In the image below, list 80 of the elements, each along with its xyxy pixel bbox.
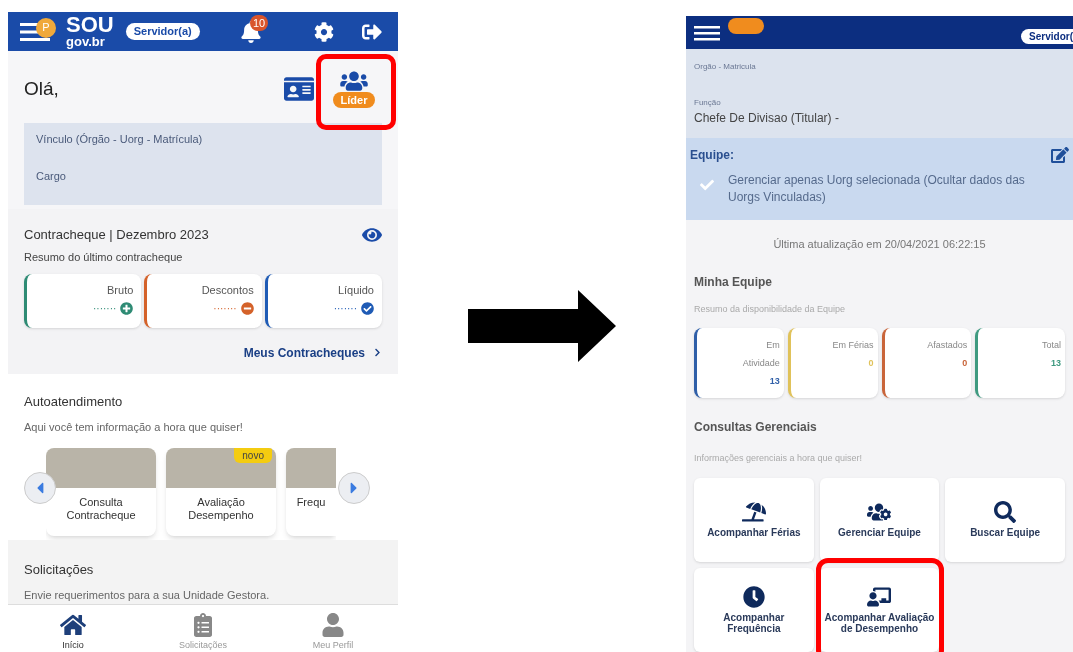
query-tile[interactable]: Buscar Equipe bbox=[945, 477, 1065, 562]
section-title: Autoatendimento bbox=[24, 392, 124, 411]
settings-icon[interactable] bbox=[314, 21, 334, 42]
check-icon bbox=[700, 178, 714, 192]
tile-label: Acompanhar Frequência bbox=[722, 611, 786, 634]
id-card-icon[interactable] bbox=[284, 74, 314, 104]
section-subtitle: Envie requerimentos para a sua Unidade Gestora. bbox=[24, 588, 271, 603]
service-label: Consulta Contracheque bbox=[65, 495, 137, 522]
query-tile[interactable]: Acompanhar Férias bbox=[694, 477, 814, 562]
query-tile[interactable]: Gerenciar Equipe bbox=[819, 477, 940, 562]
summary-label: Líquido bbox=[337, 282, 374, 298]
service-card[interactable]: novo Avaliação Desempenho bbox=[166, 447, 276, 536]
stat-label: Em Férias bbox=[831, 339, 874, 352]
tile-label: Buscar Equipe bbox=[970, 527, 1041, 538]
service-card[interactable]: Consulta Contracheque bbox=[46, 447, 156, 536]
service-label: Frequ bbox=[295, 495, 327, 509]
greeting-text: Olá, bbox=[24, 76, 59, 101]
stat-value: 0 bbox=[962, 357, 968, 370]
eye-icon[interactable] bbox=[362, 225, 382, 245]
presenter-board-icon bbox=[867, 585, 892, 608]
summary-card[interactable]: Descontos ······· bbox=[144, 273, 262, 328]
nav-tab[interactable]: Início bbox=[28, 612, 118, 652]
payslip-title: Contracheque | Dezembro 2023 bbox=[24, 226, 209, 245]
notification-count: 10 bbox=[250, 14, 269, 31]
beach-umbrella-icon bbox=[741, 501, 766, 523]
service-card[interactable]: Frequ bbox=[286, 447, 336, 536]
leader-pill bbox=[728, 17, 764, 34]
new-tag: novo bbox=[234, 447, 272, 463]
function-value: Chefe De Divisao (Titular) - bbox=[694, 110, 840, 127]
summary-label: Bruto bbox=[107, 282, 134, 298]
stat-label: Total bbox=[1041, 339, 1061, 352]
chevron-right-icon bbox=[373, 348, 382, 357]
summary-card[interactable]: Líquido ······· bbox=[264, 273, 382, 328]
profile-pill[interactable]: Servidor( bbox=[1021, 29, 1073, 44]
option-label[interactable]: Gerenciar apenas Uorg selecionada (Ocultar dados das Uorgs Vinculadas) bbox=[728, 172, 1058, 206]
masked-value: ······· bbox=[93, 303, 117, 314]
tile-label: Acompanhar Férias bbox=[707, 527, 801, 538]
summary-card[interactable]: Bruto ······· bbox=[24, 273, 142, 328]
users-gear-icon bbox=[867, 501, 892, 523]
logo-text: SOU bbox=[66, 15, 114, 35]
section-title: Solicitações bbox=[24, 560, 95, 579]
tile-label: Gerenciar Equipe bbox=[838, 527, 921, 538]
org-label: Orgão - Matricula bbox=[694, 61, 757, 73]
profile-pill[interactable]: Servidor(a) bbox=[125, 23, 200, 40]
menu-icon[interactable] bbox=[694, 24, 720, 41]
edit-icon[interactable] bbox=[1051, 146, 1069, 164]
stat-label: Afastados bbox=[926, 339, 968, 352]
section-title: Consultas Gerenciais bbox=[693, 419, 818, 436]
clock-icon bbox=[741, 585, 766, 608]
logo-subtext: gov.br bbox=[66, 35, 106, 48]
info-label: Vínculo (Órgão - Uorg - Matrícula) bbox=[36, 132, 204, 147]
section-title: Minha Equipe bbox=[693, 273, 773, 291]
payslip-subtitle: Resumo do último contracheque bbox=[24, 250, 184, 265]
section-subtitle: Aqui você tem informação a hora que quiser! bbox=[24, 420, 244, 435]
carousel-prev-button[interactable] bbox=[24, 471, 56, 504]
query-tile[interactable]: Acompanhar Avaliação de Desempenho bbox=[819, 567, 940, 652]
team-title: Equipe: bbox=[690, 147, 734, 164]
section-subtitle: Informações gerenciais a hora que quiser! bbox=[693, 452, 864, 465]
service-label: Avaliação Desempenho bbox=[187, 495, 255, 522]
summary-label: Descontos bbox=[201, 282, 254, 298]
search-icon bbox=[993, 501, 1018, 523]
stat-value: 0 bbox=[868, 357, 874, 370]
right-arrow-icon bbox=[468, 290, 616, 362]
update-timestamp: Última atualização em 20/04/2021 06:22:15 bbox=[772, 237, 987, 252]
stat-value: 13 bbox=[1051, 357, 1061, 370]
info-label: Cargo bbox=[36, 168, 67, 184]
home-icon bbox=[60, 612, 86, 637]
carousel-next-button[interactable] bbox=[338, 471, 370, 504]
team-icon[interactable] bbox=[337, 69, 371, 92]
masked-value: ······· bbox=[333, 303, 357, 314]
photo-placeholder bbox=[286, 447, 336, 488]
stat-value: 13 bbox=[769, 375, 780, 388]
section-subtitle: Resumo da disponibilidade da Equipe bbox=[693, 302, 847, 316]
function-label: Função bbox=[694, 97, 722, 109]
user-icon bbox=[320, 612, 346, 637]
tile-label: Acompanhar Avaliação de Desempenho bbox=[823, 611, 936, 634]
payslips-link[interactable]: Meus Contracheques bbox=[243, 343, 365, 362]
query-tile[interactable]: Acompanhar Frequência bbox=[694, 567, 814, 652]
masked-value: ······· bbox=[213, 303, 237, 314]
stat-label: Em Atividade bbox=[741, 339, 780, 370]
